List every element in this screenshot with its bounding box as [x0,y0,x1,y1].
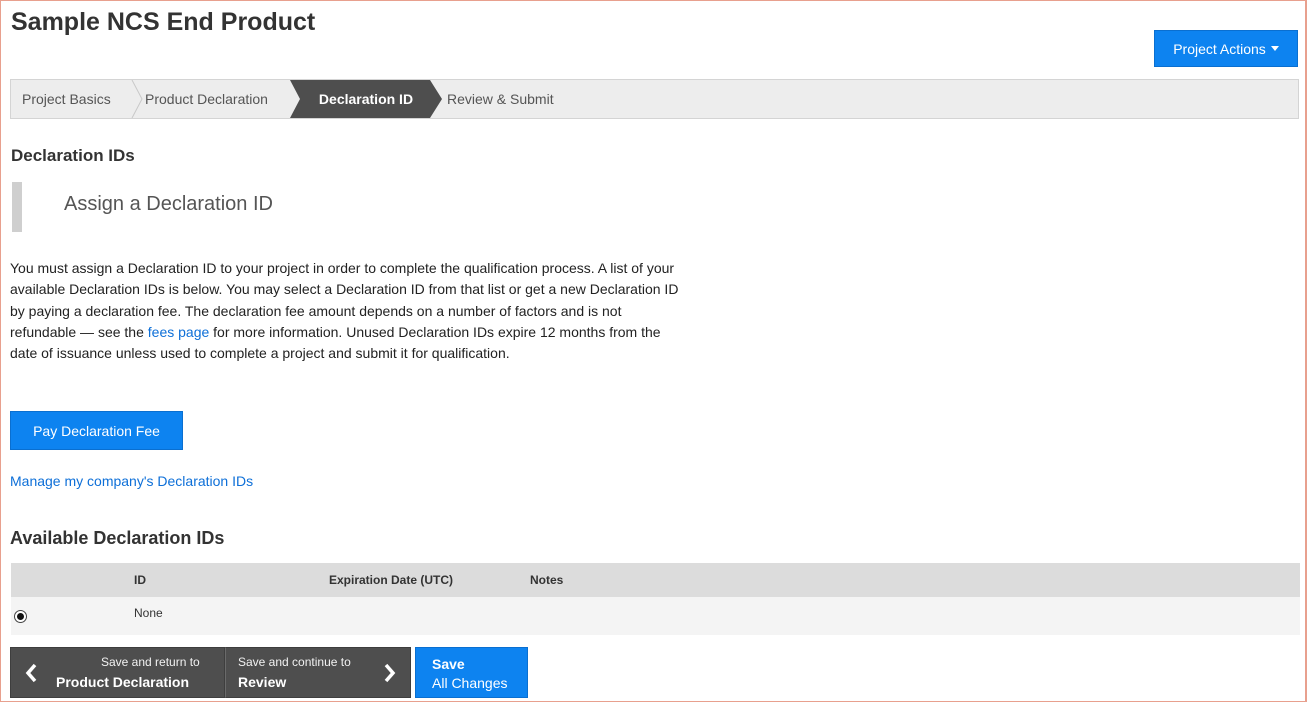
chevron-left-icon [25,663,37,683]
project-actions-button[interactable]: Project Actions [1154,30,1298,67]
manage-declaration-ids-link[interactable]: Manage my company's Declaration IDs [10,473,253,489]
step-separator-icon [131,80,143,118]
id-column-header: ID [134,573,146,587]
save-return-big-label: Product Declaration [56,674,190,690]
pay-declaration-fee-button[interactable]: Pay Declaration Fee [10,411,183,450]
save-continue-button[interactable]: Save and continue to Review [225,647,411,698]
step-declaration-id-label: Declaration ID [318,91,414,107]
select-radio[interactable] [14,610,27,623]
save-continue-small-label: Save and continue to [238,655,351,669]
declaration-ids-heading: Declaration IDs [11,146,135,165]
chevron-right-icon [384,663,396,683]
page-title: Sample NCS End Product [11,8,316,36]
expiration-column-header: Expiration Date (UTC) [329,573,454,587]
step-project-basics[interactable]: Project Basics [22,80,111,118]
wizard-steps: Project Basics Product Declaration Decla… [10,79,1299,119]
expiration-cell [329,597,530,635]
select-cell [11,597,134,635]
caret-down-icon [1270,46,1279,51]
step-review-submit[interactable]: Review & Submit [447,80,554,118]
table-header-row: ID Expiration Date (UTC) Notes [11,563,1300,597]
step-product-declaration[interactable]: Product Declaration [145,80,268,118]
save-all-changes-button[interactable]: Save All Changes [415,647,528,698]
project-actions-label: Project Actions [1173,40,1266,57]
callout-title: Assign a Declaration ID [64,193,273,215]
save-all-line2: All Changes [432,675,508,691]
callout: Assign a Declaration ID [12,182,612,232]
instructions-text: You must assign a Declaration ID to your… [10,258,690,364]
select-column-header [11,563,134,597]
save-all-line1: Save [432,656,465,672]
step-declaration-id[interactable]: Declaration ID [290,80,442,118]
save-continue-big-label: Review [238,674,287,690]
id-cell: None [134,606,163,620]
fees-page-link[interactable]: fees page [148,324,210,340]
notes-cell [530,597,1300,635]
declaration-ids-table: ID Expiration Date (UTC) Notes None [11,563,1300,635]
table-row[interactable]: None [11,597,1300,635]
available-ids-heading: Available Declaration IDs [10,528,225,548]
save-return-button[interactable]: Save and return to Product Declaration [10,647,225,698]
save-return-small-label: Save and return to [101,655,200,669]
notes-column-header: Notes [530,573,564,587]
